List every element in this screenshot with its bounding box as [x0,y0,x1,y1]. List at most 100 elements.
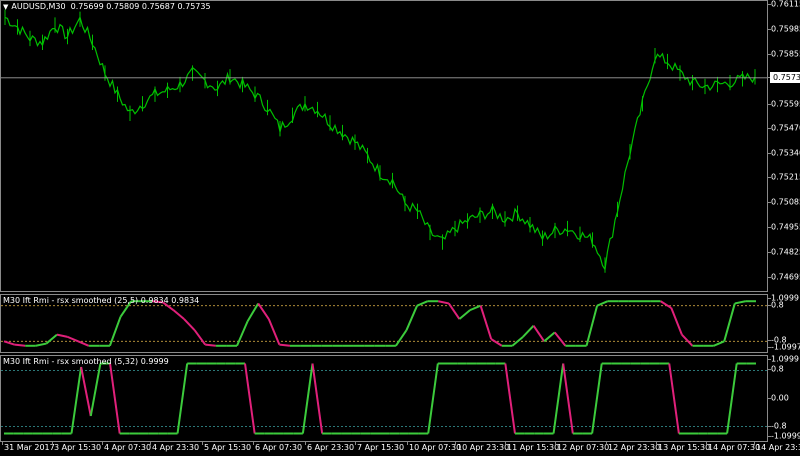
indicator1-segment [723,303,736,342]
time-axis-label: 14 Apr 23:30 [756,443,800,452]
indicator1-segment [193,329,207,346]
indicator2-axis-label: -1.0999 [771,431,800,441]
indicator1-segment [479,305,493,340]
time-axis-tick [202,442,203,445]
time-axis-tick [2,442,3,445]
price-series-line [4,15,756,272]
indicator1-segment [681,333,694,347]
indicator2-title: M30 Ift Rmi - rsx smoothed (5,32) 0.9999 [3,357,169,366]
indicator1-axis-label: 0.8 [771,300,784,310]
indicator1-segment [77,340,90,347]
indicator2-axis-label: 0.8 [771,364,784,374]
indicator1-axis: 1.0999 0.8 -0.8 -1.0997 [768,294,800,353]
indicator1-segment [660,300,672,309]
time-axis-label: 3 Apr 15:30 [54,443,102,452]
time-axis[interactable]: 31 Mar 2017 3 Apr 15:30 4 Apr 07:30 4 Apr 2… [0,442,800,456]
indicator1-segment [734,300,746,305]
price-axis-label: 0.75215 [771,172,800,182]
indicator1-segment [3,340,15,346]
indicator1-segment [183,318,196,331]
price-chart-svg[interactable] [1,1,767,291]
indicator1-segment [543,331,556,343]
time-axis-label: 5 Apr 15:30 [204,443,252,452]
time-axis-label: 31 Mar 2017 [4,443,55,452]
indicator2-segment [109,363,121,434]
indicator1-segment [172,309,185,320]
indicator1-segment [596,300,609,307]
indicator1-segment [469,304,482,312]
time-axis-tick [505,442,506,445]
time-axis-tick [253,442,254,445]
indicator2-segment [562,363,574,434]
symbol-label: AUDUSD,M30 [11,2,66,11]
price-axis[interactable]: 0.76115 0.75985 0.75855 0.75735 0.75595 0.754… [768,0,800,292]
indicator1-segment [236,320,249,347]
price-axis-label: 0.75340 [771,148,800,158]
indicator1-segment [438,300,450,305]
indicator1-segment [405,305,418,331]
time-axis-label: 6 Apr 07:30 [255,443,303,452]
time-axis-tick [455,442,456,445]
price-axis-label: 0.74695 [771,272,800,282]
time-axis-label: 10 Apr 23:30 [457,443,510,452]
time-axis-tick [706,442,707,445]
price-axis-label: 0.75985 [771,24,800,34]
time-axis-label: 4 Apr 23:30 [152,443,200,452]
time-axis-tick [52,442,53,445]
indicator2-segment [726,363,738,434]
indicator2-svg[interactable] [1,356,767,441]
time-axis-label: 7 Apr 15:30 [357,443,405,452]
indicator2-segment [591,363,603,434]
indicator2-segment [89,363,102,417]
indicator1-segment [713,340,725,347]
price-axis-label: 0.76115 [771,0,800,9]
indicator1-segment [35,342,47,347]
indicator1-segment [67,335,79,343]
price-axis-label: 0.75085 [771,197,800,207]
indicator1-segment [458,309,471,320]
time-axis-tick [407,442,408,445]
indicator1-segment [585,305,599,347]
indicator2-segment [301,363,314,434]
price-chart-panel[interactable]: ▼ AUDUSD,M30 0.75699 0.75809 0.75687 0.757… [0,0,768,292]
time-axis-tick [150,442,151,445]
time-axis-label: 12 Apr 07:30 [557,443,610,452]
indicator2-segment [176,363,189,434]
indicator1-segment [14,343,26,347]
indicator2-segment [504,363,516,434]
indicator2-segment [80,366,92,417]
indicator1-segment [490,338,503,347]
time-axis-label: 4 Apr 07:30 [104,443,152,452]
indicator1-segment [395,329,408,347]
indicator1-axis-label: -1.0997 [771,342,800,352]
time-axis-tick [606,442,607,445]
indicator2-segment [70,366,83,434]
indicator2-axis-label: -0.8 [771,421,787,430]
time-axis-tick [305,442,306,445]
time-axis-tick [656,442,657,445]
indicator2-axis-label: 0.00 [771,393,789,402]
indicator1-panel[interactable]: M30 Ift Rmi - rsx smoothed (25,5) 0.9834… [0,294,768,353]
indicator2-panel[interactable]: M30 Ift Rmi - rsx smoothed (5,32) 0.9999 [0,355,768,442]
time-axis-label: 12 Apr 23:30 [608,443,661,452]
indicator1-segment [205,343,216,347]
time-axis-tick [355,442,356,445]
dropdown-arrow-icon[interactable]: ▼ [3,3,8,11]
indicator2-axis-label: 1.0999 [771,354,799,364]
indicator1-segment [267,318,281,346]
indicator1-segment [56,333,68,338]
price-axis-label: 0.75595 [771,99,800,109]
time-axis-tick [555,442,556,445]
price-axis-label: 0.74825 [771,247,800,257]
indicator1-segment [670,307,683,336]
price-axis-label: 0.74955 [771,222,800,232]
indicator1-title: M30 Ift Rmi - rsx smoothed (25,5) 0.9834… [3,296,200,305]
time-axis-label: 10 Apr 07:30 [409,443,462,452]
price-axis-label: 0.75470 [771,123,800,133]
indicator2-axis: 1.0999 0.8 0.00 -0.8 -1.0999 [768,355,800,442]
current-price-tag: 0.75735 [770,71,800,83]
time-axis-tick [102,442,103,445]
symbol-header: ▼ AUDUSD,M30 0.75699 0.75809 0.75687 0.757… [3,2,211,11]
indicator2-segment [552,363,565,434]
time-axis-label: 13 Apr 15:30 [658,443,711,452]
